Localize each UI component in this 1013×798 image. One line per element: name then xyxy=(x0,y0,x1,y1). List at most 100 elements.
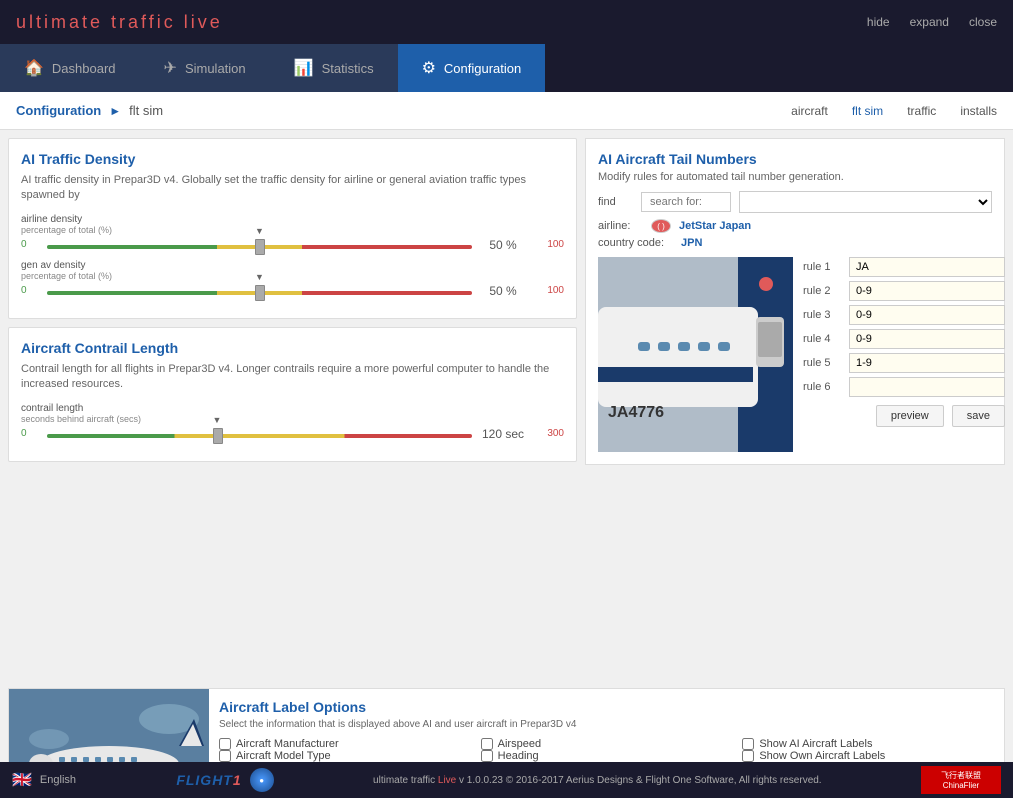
expand-button[interactable]: expand xyxy=(910,15,949,29)
rule-1-label: rule 1 xyxy=(803,261,843,273)
rule-row-4: rule 4 xyxy=(803,329,1005,349)
rule-6-label: rule 6 xyxy=(803,381,843,393)
checkboxes-col2: Airspeed Heading Callsign Callsign xyxy=(481,738,733,762)
tail-numbers-title: AI Aircraft Tail Numbers xyxy=(598,151,992,167)
sub-nav-fltsim[interactable]: flt sim xyxy=(852,104,883,118)
status-logos: FLIGHT1 ● xyxy=(176,768,273,792)
rule-3-label: rule 3 xyxy=(803,309,843,321)
airline-row: airline: ( ) JetStar Japan xyxy=(598,219,992,233)
window-controls: hide expand close xyxy=(867,15,997,29)
genav-density-row: gen av density percentage of total (%) 0… xyxy=(21,260,564,298)
rule-row-3: rule 3 xyxy=(803,305,1005,325)
contrail-max: 300 xyxy=(534,428,564,439)
checkbox-manufacturer-input[interactable] xyxy=(219,738,231,750)
sub-nav-installs[interactable]: installs xyxy=(960,104,997,118)
checkbox-manufacturer-label: Aircraft Manufacturer xyxy=(236,738,339,750)
checkbox-show-ai-label: Show AI Aircraft Labels xyxy=(759,738,872,750)
country-label: country code: xyxy=(598,237,673,249)
rule-3-input[interactable] xyxy=(849,305,1005,325)
airline-density-slider[interactable] xyxy=(47,245,472,249)
checkbox-airspeed-input[interactable] xyxy=(481,738,493,750)
checkbox-model-type-label: Aircraft Model Type xyxy=(236,750,331,762)
checkbox-model-type-input[interactable] xyxy=(219,750,231,762)
checkbox-show-own: Show Own Aircraft Labels xyxy=(742,750,994,762)
rule-4-label: rule 4 xyxy=(803,333,843,345)
genav-density-label: gen av density percentage of total (%) xyxy=(21,260,564,282)
orb-logo: ● xyxy=(250,768,274,792)
tab-simulation[interactable]: ✈ Simulation xyxy=(140,44,270,92)
find-input[interactable] xyxy=(641,192,731,212)
app-title: ultimate traffic Live xyxy=(16,12,223,33)
language-flag: 🇬🇧 xyxy=(12,770,32,790)
genav-density-max: 100 xyxy=(534,285,564,296)
checkbox-show-ai: Show AI Aircraft Labels xyxy=(742,738,994,750)
airline-density-max: 100 xyxy=(534,239,564,250)
checkbox-model-type: Aircraft Model Type xyxy=(219,750,471,762)
rule-5-label: rule 5 xyxy=(803,357,843,369)
rule-row-6: rule 6 xyxy=(803,377,1005,397)
contrail-value: 120 sec xyxy=(478,427,528,441)
checkbox-heading-input[interactable] xyxy=(481,750,493,762)
tab-configuration[interactable]: ⚙ Configuration xyxy=(398,44,546,92)
rule-1-input[interactable] xyxy=(849,257,1005,277)
contrail-slider[interactable] xyxy=(47,434,472,438)
china-badge: 飞行者联盟ChinaFlier xyxy=(921,766,1001,794)
tail-numbers-desc: Modify rules for automated tail number g… xyxy=(598,171,992,183)
tail-numbers-card: AI Aircraft Tail Numbers Modify rules fo… xyxy=(585,138,1005,465)
tail-body: JA4776 rule 1 rule 2 rule 3 xyxy=(598,257,992,452)
bottom-section: UNITED Aircraft Label Options Select the… xyxy=(0,688,1013,762)
save-tail-button[interactable]: save xyxy=(952,405,1005,427)
contrail-min: 0 xyxy=(21,428,41,439)
contrail-label: contrail length seconds behind aircraft … xyxy=(21,403,564,425)
checkbox-show-own-label: Show Own Aircraft Labels xyxy=(759,750,885,762)
rules-panel: rule 1 rule 2 rule 3 rule 4 xyxy=(803,257,1005,452)
genav-density-slider[interactable] xyxy=(47,291,472,295)
find-row: find xyxy=(598,191,992,213)
tab-configuration-label: Configuration xyxy=(444,61,521,76)
genav-density-value: 50 % xyxy=(478,284,528,298)
language-select[interactable]: English xyxy=(40,774,77,786)
tab-dashboard[interactable]: 🏠 Dashboard xyxy=(0,44,140,92)
rule-4-input[interactable] xyxy=(849,329,1005,349)
genav-density-slider-wrapper: 0 ▼ 50 % 100 xyxy=(21,284,564,298)
airline-dropdown[interactable] xyxy=(739,191,992,213)
rule-row-2: rule 2 xyxy=(803,281,1005,301)
checkbox-show-own-input[interactable] xyxy=(742,750,754,762)
checkbox-heading-label: Heading xyxy=(498,750,539,762)
find-label: find xyxy=(598,196,633,208)
sub-nav-aircraft[interactable]: aircraft xyxy=(791,104,828,118)
breadcrumb-current: flt sim xyxy=(129,103,163,118)
breadcrumb-parent: Configuration xyxy=(16,103,101,118)
rule-row-5: rule 5 xyxy=(803,353,1005,373)
status-bar: 🇬🇧 English FLIGHT1 ● ultimate traffic Li… xyxy=(0,762,1013,798)
close-button[interactable]: close xyxy=(969,15,997,29)
label-options-desc: Select the information that is displayed… xyxy=(219,719,994,730)
tab-statistics[interactable]: 📊 Statistics xyxy=(270,44,398,92)
preview-button[interactable]: preview xyxy=(876,405,944,427)
country-row: country code: JPN xyxy=(598,237,992,249)
aircraft-label-card: UNITED Aircraft Label Options Select the… xyxy=(8,688,1005,762)
preview-red-dot xyxy=(759,277,773,291)
checkboxes-col1: Aircraft Manufacturer Aircraft Model Typ… xyxy=(219,738,471,762)
breadcrumb: Configuration ► flt sim xyxy=(16,103,163,118)
airline-density-min: 0 xyxy=(21,239,41,250)
rule-5-input[interactable] xyxy=(849,353,1005,373)
aircraft-image-box: UNITED xyxy=(9,689,209,762)
checkbox-show-ai-input[interactable] xyxy=(742,738,754,750)
airline-density-value: 50 % xyxy=(478,238,528,252)
airline-name: JetStar Japan xyxy=(679,220,751,232)
preview-save-row: preview save xyxy=(803,405,1005,427)
airline-density-slider-wrapper: 0 ▼ 50 % 100 xyxy=(21,238,564,252)
china-text: 飞行者联盟ChinaFlier xyxy=(941,770,981,790)
hide-button[interactable]: hide xyxy=(867,15,890,29)
simulation-icon: ✈ xyxy=(164,58,177,78)
tab-statistics-label: Statistics xyxy=(322,61,374,76)
rule-2-input[interactable] xyxy=(849,281,1005,301)
united-plane-svg: UNITED xyxy=(9,689,209,762)
sub-nav-traffic[interactable]: traffic xyxy=(907,104,936,118)
contrail-title: Aircraft Contrail Length xyxy=(21,340,564,356)
title-bar: ultimate traffic Live hide expand close xyxy=(0,0,1013,44)
rule-6-input[interactable] xyxy=(849,377,1005,397)
checkboxes-grid: Aircraft Manufacturer Aircraft Model Typ… xyxy=(219,738,994,762)
contrail-desc: Contrail length for all flights in Prepa… xyxy=(21,362,564,393)
